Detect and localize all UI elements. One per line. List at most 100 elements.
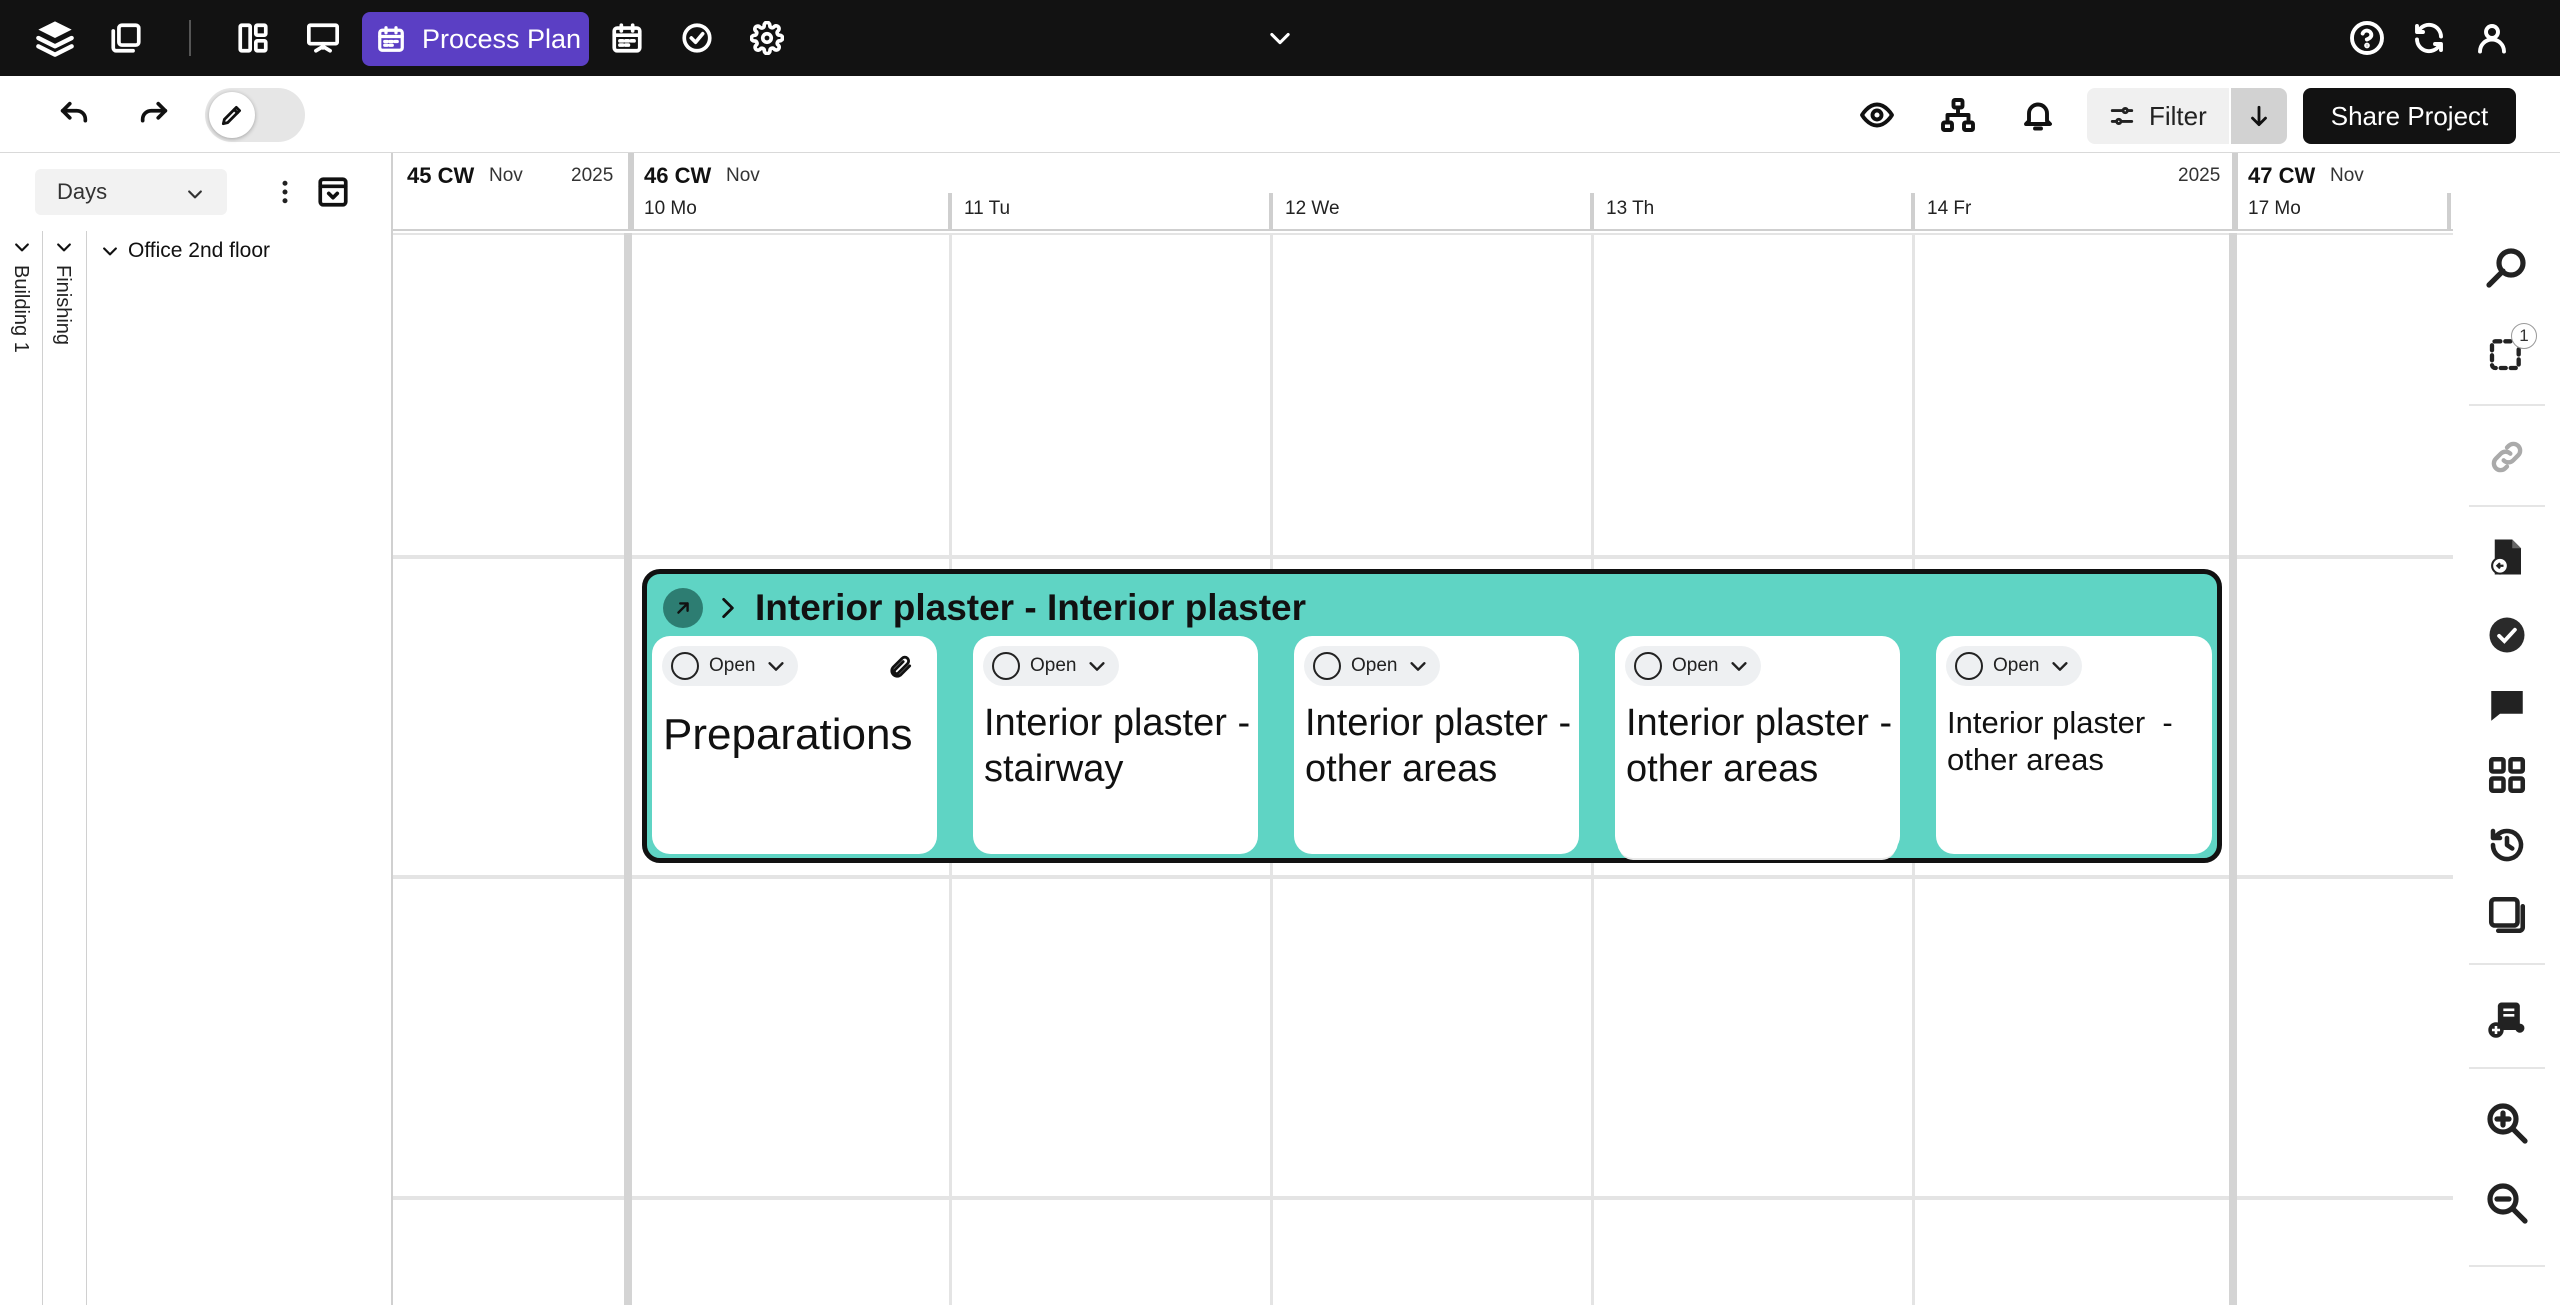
day-label: 10 Mo xyxy=(644,198,697,219)
more-vertical-icon[interactable] xyxy=(270,175,300,209)
divider xyxy=(189,20,191,56)
zoom-in-icon[interactable] xyxy=(2481,1097,2533,1149)
view-select[interactable]: Days xyxy=(35,169,227,215)
day-label: 13 Th xyxy=(1606,198,1655,219)
sliders-icon xyxy=(2110,107,2134,125)
arrow-up-right-icon[interactable] xyxy=(663,588,703,628)
month-label: Nov xyxy=(726,165,760,186)
status-circle-icon xyxy=(671,652,699,680)
status-dropdown[interactable]: Open xyxy=(983,646,1119,686)
zoom-out-icon[interactable] xyxy=(2481,1177,2533,1229)
toolbar: Filter Share Project xyxy=(0,76,2560,153)
status-dropdown[interactable]: Open xyxy=(1304,646,1440,686)
tree-finishing-label[interactable]: Finishing xyxy=(51,265,74,345)
grid-row-line xyxy=(393,233,2453,235)
year-label: 2025 xyxy=(2178,165,2221,186)
task-card-title: Preparations xyxy=(663,710,913,759)
dashboard-icon[interactable] xyxy=(232,17,274,59)
chevron-right-icon[interactable] xyxy=(715,593,741,623)
status-dropdown[interactable]: Open xyxy=(662,646,798,686)
left-panel: Days Building 1 Finishing Office 2nd flo… xyxy=(0,153,393,1305)
undo-icon[interactable] xyxy=(50,91,98,139)
hierarchy-icon[interactable] xyxy=(1934,91,1982,139)
divider xyxy=(2469,505,2545,507)
week-column-line xyxy=(624,233,632,1305)
help-icon[interactable] xyxy=(2346,17,2388,59)
divider xyxy=(2469,404,2545,406)
grid-icon[interactable] xyxy=(2481,749,2533,801)
check-circle-icon[interactable] xyxy=(676,17,718,59)
sort-button[interactable] xyxy=(2231,88,2287,144)
copy-icon[interactable] xyxy=(105,17,147,59)
week-label: 46 CW xyxy=(644,163,712,188)
week-label: 47 CW xyxy=(2248,163,2316,188)
task-group[interactable]: Interior plaster - Interior plaster Open… xyxy=(642,569,2222,863)
selection-count-badge: 1 xyxy=(2511,323,2537,349)
document-import-icon[interactable] xyxy=(2481,531,2533,583)
task-card[interactable]: Open Interior plaster - other areas xyxy=(1294,636,1579,854)
layers-icon[interactable] xyxy=(34,17,76,59)
calendar-icon[interactable] xyxy=(606,17,648,59)
status-circle-icon xyxy=(992,652,1020,680)
search-icon[interactable] xyxy=(2481,241,2533,293)
tree-building-label[interactable]: Building 1 xyxy=(9,265,32,353)
user-icon[interactable] xyxy=(2471,17,2513,59)
grid-row-line xyxy=(393,875,2453,879)
chevron-down-icon[interactable] xyxy=(54,237,74,257)
comment-icon[interactable] xyxy=(2481,679,2533,731)
filter-button[interactable]: Filter xyxy=(2087,88,2229,144)
pencil-icon xyxy=(221,106,241,126)
add-document-icon[interactable] xyxy=(2481,993,2533,1045)
calendar-icon xyxy=(378,26,404,52)
right-sidebar: 1 xyxy=(2453,153,2560,1305)
refresh-icon[interactable] xyxy=(2408,17,2450,59)
edit-mode-toggle[interactable] xyxy=(205,88,305,142)
status-label: Open xyxy=(1351,655,1398,676)
tree-office-label: Office 2nd floor xyxy=(128,239,271,262)
month-label: Nov xyxy=(2330,165,2364,186)
edit-toggle-knob xyxy=(209,92,255,138)
chevron-down-icon[interactable] xyxy=(1259,17,1301,59)
paperclip-icon[interactable] xyxy=(888,654,914,680)
process-plan-label: Process Plan xyxy=(422,23,582,54)
status-dropdown[interactable]: Open xyxy=(1946,646,2082,686)
status-dropdown[interactable]: Open xyxy=(1625,646,1761,686)
week-separator xyxy=(2232,153,2238,231)
task-card-title: Interior plaster - other areas xyxy=(1305,702,1572,790)
tree-level1-column xyxy=(0,231,43,1305)
chevron-down-icon xyxy=(2052,662,2069,671)
divider xyxy=(2469,1265,2545,1267)
check-filled-icon[interactable] xyxy=(2481,609,2533,661)
tree-office-row[interactable]: Office 2nd floor xyxy=(100,239,270,263)
chevron-down-icon xyxy=(768,662,785,671)
day-label: 17 Mo xyxy=(2248,198,2301,219)
redo-icon[interactable] xyxy=(130,91,178,139)
task-group-header[interactable]: Interior plaster - Interior plaster xyxy=(663,586,1306,630)
timeline-header: 45 CW Nov 2025 46 CW Nov 2025 47 CW Nov … xyxy=(393,153,2453,231)
gear-icon[interactable] xyxy=(746,17,788,59)
chevron-down-icon[interactable] xyxy=(12,237,32,257)
grid-row-line xyxy=(393,1196,2453,1200)
view-select-value: Days xyxy=(57,179,108,204)
chevron-down-icon xyxy=(1089,662,1106,671)
status-circle-icon xyxy=(1313,652,1341,680)
link-icon[interactable] xyxy=(2481,431,2533,483)
archive-icon[interactable] xyxy=(316,175,350,209)
history-icon[interactable] xyxy=(2481,819,2533,871)
eye-icon[interactable] xyxy=(1853,91,1901,139)
task-card[interactable]: Open Preparations xyxy=(652,636,937,854)
presentation-icon[interactable] xyxy=(302,17,344,59)
layers-window-icon[interactable] xyxy=(2481,889,2533,941)
task-card[interactable]: Open Interior plaster - other areas xyxy=(1615,636,1900,854)
bell-icon[interactable] xyxy=(2014,91,2062,139)
task-card[interactable]: Open Interior plaster - other areas xyxy=(1936,636,2212,854)
day-label: 14 Fr xyxy=(1927,198,1972,219)
selection-icon[interactable]: 1 xyxy=(2481,323,2537,379)
task-card[interactable]: Open Interior plaster - stairway xyxy=(973,636,1258,854)
filter-label: Filter xyxy=(2149,100,2207,131)
arrow-down-icon xyxy=(2251,105,2267,127)
week-separator xyxy=(628,153,634,231)
process-plan-tab[interactable]: Process Plan xyxy=(362,12,589,66)
chevron-down-icon xyxy=(1410,662,1427,671)
share-project-button[interactable]: Share Project xyxy=(2303,88,2516,144)
